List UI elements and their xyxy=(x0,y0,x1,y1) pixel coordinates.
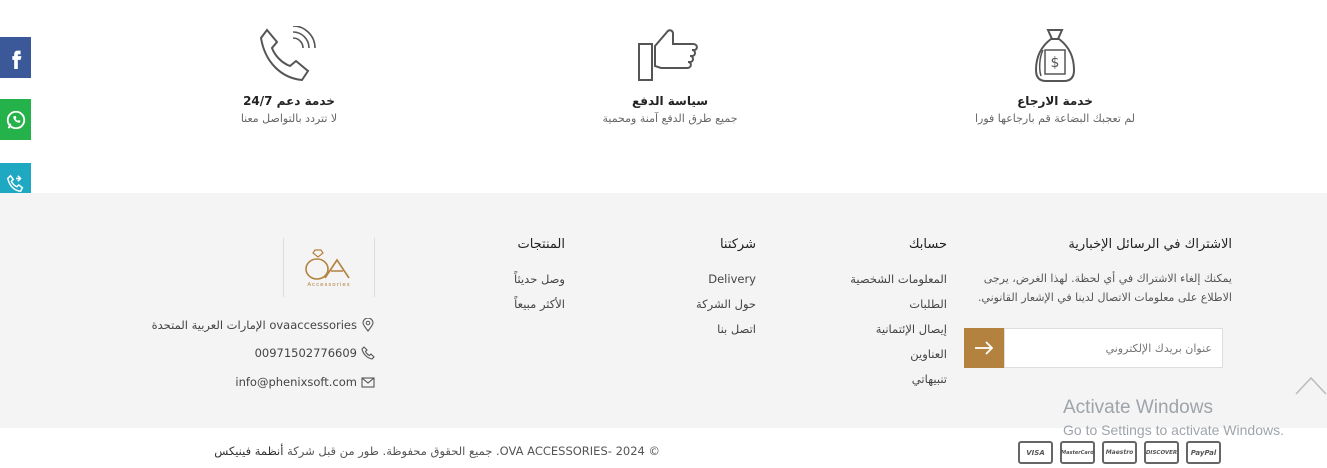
products-link-best-sellers[interactable]: الأكثر مبيعاً xyxy=(514,297,565,311)
account-link-alerts[interactable]: تنبيهاتي xyxy=(850,372,947,386)
account-section: حسابك المعلومات الشخصية الطلبات إيصال ال… xyxy=(850,237,947,397)
contact-email[interactable]: info@phenixsoft.com xyxy=(235,375,375,389)
maestro-icon: Maestro xyxy=(1102,441,1137,464)
money-bag-icon: $ xyxy=(1034,29,1076,82)
windows-activation-title: Activate Windows xyxy=(1063,397,1213,418)
newsletter-text: يمكنك إلغاء الاشتراك في أي لحظة. لهذا ال… xyxy=(977,272,1232,304)
svg-text:$: $ xyxy=(1051,55,1060,71)
phone-call-icon xyxy=(259,26,316,82)
contact-phone-text: 00971502776609 xyxy=(254,346,357,360)
facebook-button[interactable] xyxy=(0,37,31,78)
phone-icon xyxy=(361,346,375,360)
account-title: حسابك xyxy=(908,237,947,252)
feature-support: خدمة دعم 24/7 لا تتردد بالتواصل معنا xyxy=(159,22,419,125)
contact-address: ovaaccessories الإمارات العربية المتحدة xyxy=(152,318,375,332)
thumbs-up-icon xyxy=(638,29,698,81)
windows-activation-watermark: Activate Windows Go to Settings to activ… xyxy=(1063,397,1284,438)
company-link-contact[interactable]: اتصل بنا xyxy=(696,322,756,336)
company-section: شركتنا Delivery حول الشركة اتصل بنا xyxy=(696,237,756,347)
products-link-new[interactable]: وصل حديثاً xyxy=(514,272,565,286)
account-link-addresses[interactable]: العناوين xyxy=(850,347,947,361)
feature-support-subtitle: لا تتردد بالتواصل معنا xyxy=(240,112,338,125)
company-link-about[interactable]: حول الشركة xyxy=(696,297,756,311)
logo-sub: Accessories xyxy=(307,282,350,288)
copyright: © 2024 -OVA ACCESSORIES. جميع الحقوق محف… xyxy=(214,444,660,458)
scroll-top-button[interactable] xyxy=(1294,374,1327,396)
copyright-company-link[interactable]: أنظمة فينيكس xyxy=(214,444,283,458)
paypal-icon: PayPal xyxy=(1186,441,1221,464)
discover-icon: DISCOVER xyxy=(1144,441,1179,464)
company-link-delivery[interactable]: Delivery xyxy=(696,272,756,286)
feature-returns: $ خدمة الارجاع لم تعجبك البضاعة قم بارجا… xyxy=(925,22,1185,125)
visa-icon: VISA xyxy=(1018,441,1053,464)
products-section: المنتجات وصل حديثاً الأكثر مبيعاً xyxy=(514,237,565,322)
newsletter-section: الاشتراك في الرسائل الإخبارية يمكنك إلغا… xyxy=(962,237,1232,307)
chevron-up-icon xyxy=(1295,376,1327,395)
footer: الاشتراك في الرسائل الإخبارية يمكنك إلغا… xyxy=(0,193,1327,428)
newsletter-form xyxy=(964,328,1223,368)
contact-email-text: info@phenixsoft.com xyxy=(235,375,357,389)
phone-icon xyxy=(6,174,23,192)
payment-methods: VISA MasterCard Maestro DISCOVER PayPal xyxy=(1018,441,1221,464)
newsletter-title: الاشتراك في الرسائل الإخبارية xyxy=(1068,237,1232,252)
products-title: المنتجات xyxy=(517,237,565,252)
facebook-icon xyxy=(11,50,21,69)
feature-payment-subtitle: جميع طرق الدفع آمنة ومحمية xyxy=(602,112,738,125)
feature-payment-title: سياسة الدفع xyxy=(631,94,709,108)
windows-activation-subtitle: Go to Settings to activate Windows. xyxy=(1063,422,1284,438)
account-link-personal-info[interactable]: المعلومات الشخصية xyxy=(850,272,947,286)
feature-returns-subtitle: لم تعجبك البضاعة قم بارجاعها فورا xyxy=(974,112,1136,125)
company-title: شركتنا xyxy=(719,237,756,252)
subscribe-button[interactable] xyxy=(964,328,1004,368)
arrow-right-icon xyxy=(975,341,994,355)
brand-logo[interactable]: Accessories xyxy=(283,238,375,297)
email-input[interactable] xyxy=(1004,328,1223,368)
feature-returns-title: خدمة الارجاع xyxy=(1017,94,1093,108)
ova-logo: Accessories xyxy=(305,248,350,288)
location-pin-icon xyxy=(362,318,374,332)
account-link-credit-slips[interactable]: إيصال الإئتمانية xyxy=(850,322,947,336)
feature-support-title: خدمة دعم 24/7 xyxy=(243,94,335,108)
account-link-orders[interactable]: الطلبات xyxy=(850,297,947,311)
whatsapp-icon xyxy=(6,110,25,129)
contact-phone[interactable]: 00971502776609 xyxy=(255,346,375,360)
whatsapp-button[interactable] xyxy=(0,99,31,140)
contact-address-text: ovaaccessories الإمارات العربية المتحدة xyxy=(151,318,357,332)
feature-payment: سياسة الدفع جميع طرق الدفع آمنة ومحمية xyxy=(540,22,800,125)
envelope-icon xyxy=(361,377,375,388)
mastercard-icon: MasterCard xyxy=(1060,441,1095,464)
copyright-text: © 2024 -OVA ACCESSORIES. جميع الحقوق محف… xyxy=(287,444,660,458)
